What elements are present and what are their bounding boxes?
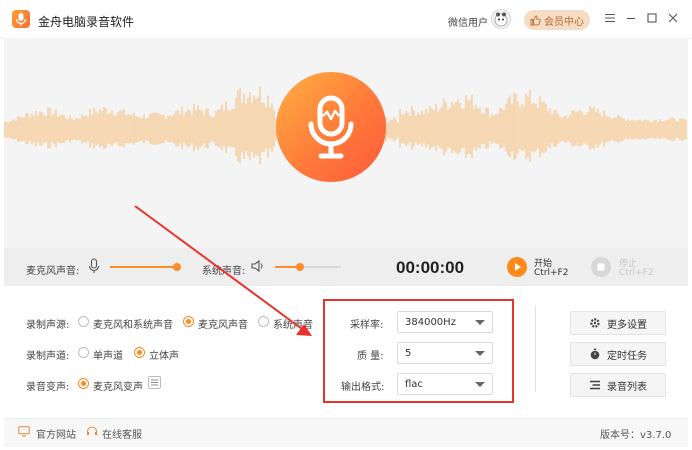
official-website-link[interactable]: 官方网站	[36, 426, 76, 441]
headset-icon[interactable]	[86, 426, 98, 440]
annotation-arrow	[134, 205, 312, 336]
monitor-icon[interactable]	[18, 426, 30, 440]
online-support-link[interactable]: 在线客服	[102, 426, 142, 441]
version-label: 版本号：v3.7.0	[600, 430, 672, 441]
